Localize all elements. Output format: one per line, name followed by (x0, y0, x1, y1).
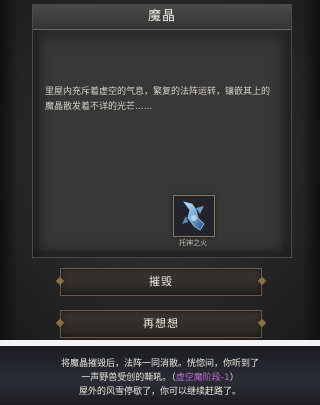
event-dialog: 魔晶 里屋内充斥着虚空的气息，繁复的法阵运转，镶嵌其上的魔晶散发着不详的光芒..… (32, 4, 292, 258)
result-line-1: 将魔晶摧毁后，法阵一同消散。恍惚间，你听到了 (60, 359, 259, 369)
reconsider-button[interactable]: 再想想 (55, 310, 267, 338)
item-label: 托神之火 (179, 239, 207, 247)
event-description: 里屋内充斥着虚空的气息，繁复的法阵运转，镶嵌其上的魔晶散发着不详的光芒.....… (45, 87, 271, 112)
crystal-claw-icon (174, 196, 214, 236)
stage-change-highlight: 虚空魔阶段-1 (175, 373, 230, 383)
result-line-2-suffix: ） (229, 373, 239, 383)
dialog-title: 魔晶 (147, 9, 176, 24)
destroy-button[interactable]: 摧毁 (55, 268, 267, 296)
dialog-body: 里屋内充斥着虚空的气息，繁复的法阵运转，镶嵌其上的魔晶散发着不详的光芒.....… (39, 35, 283, 251)
result-line-2-prefix: 一声野兽受创的嘶吼。（ (81, 373, 176, 383)
dialog-header: 魔晶 (33, 5, 291, 30)
scene-left-shadow (0, 0, 18, 340)
result-message-panel: 将魔晶摧毁后，法阵一同消散。恍惚间，你听到了 一声野兽受创的嘶吼。（虚空魔阶段-… (0, 346, 320, 405)
item-slot[interactable] (173, 195, 215, 237)
result-line-2: 一声野兽受创的嘶吼。（虚空魔阶段-1） (0, 370, 320, 383)
scene-right-shadow (302, 0, 320, 340)
destroy-button-label: 摧毁 (149, 275, 173, 288)
reconsider-button-label: 再想想 (143, 317, 179, 330)
result-line-3: 屋外的风雪停歇了，你可以继续赶路了。 (78, 387, 241, 397)
